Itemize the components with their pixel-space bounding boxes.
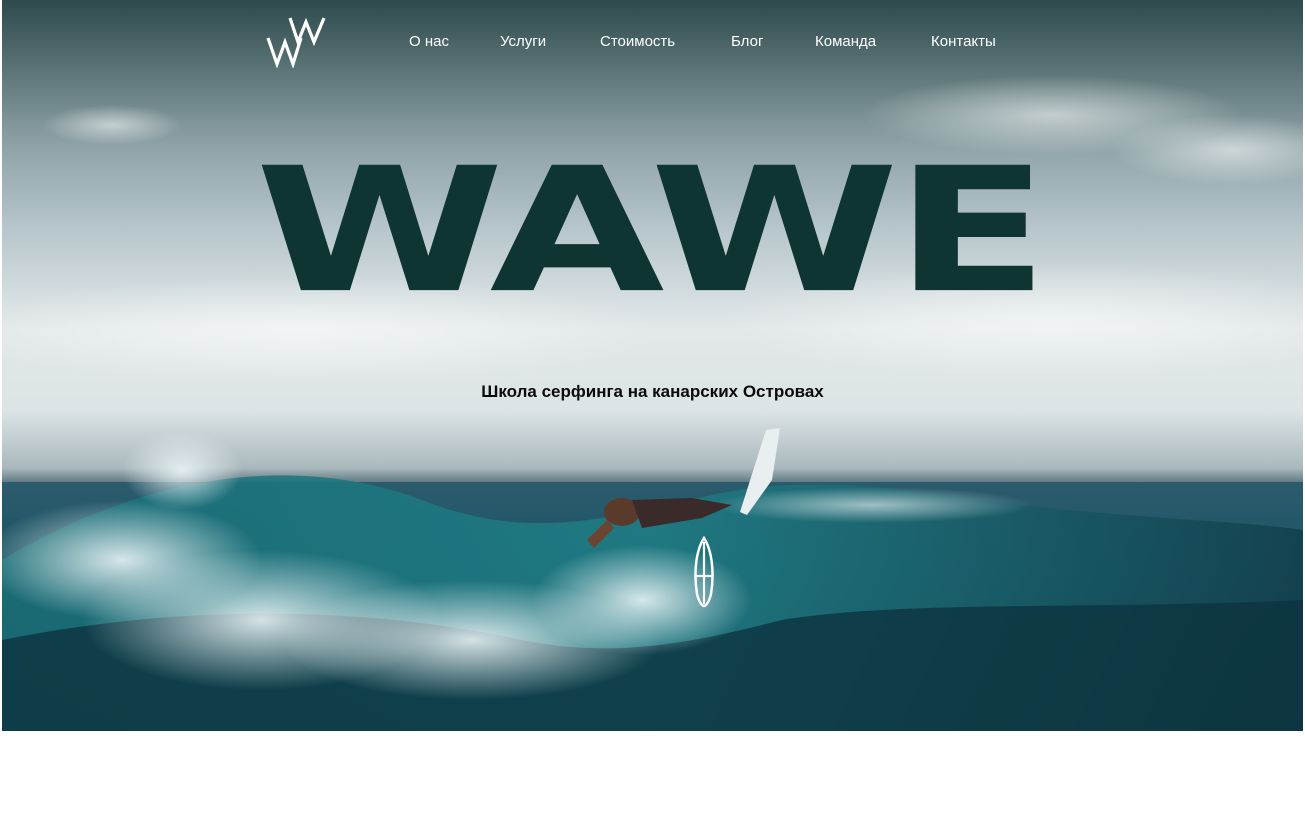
surfboard-icon[interactable] [692,536,716,608]
nav-item-services[interactable]: Услуги [500,33,546,50]
hero-subtitle: Школа серфинга на канарских Островах [481,382,824,401]
nav-item-pricing[interactable]: Стоимость [600,33,675,50]
main-nav: О нас Услуги Стоимость Блог Команда Конт… [0,33,1301,55]
nav-item-about[interactable]: О нас [409,33,449,50]
nav-item-blog[interactable]: Блог [731,33,763,50]
nav-item-contacts[interactable]: Контакты [931,33,996,50]
hero-section [2,0,1303,731]
hero-title: WAWE [255,131,1049,332]
nav-item-team[interactable]: Команда [815,33,876,50]
surf-photo-background [2,75,1303,731]
